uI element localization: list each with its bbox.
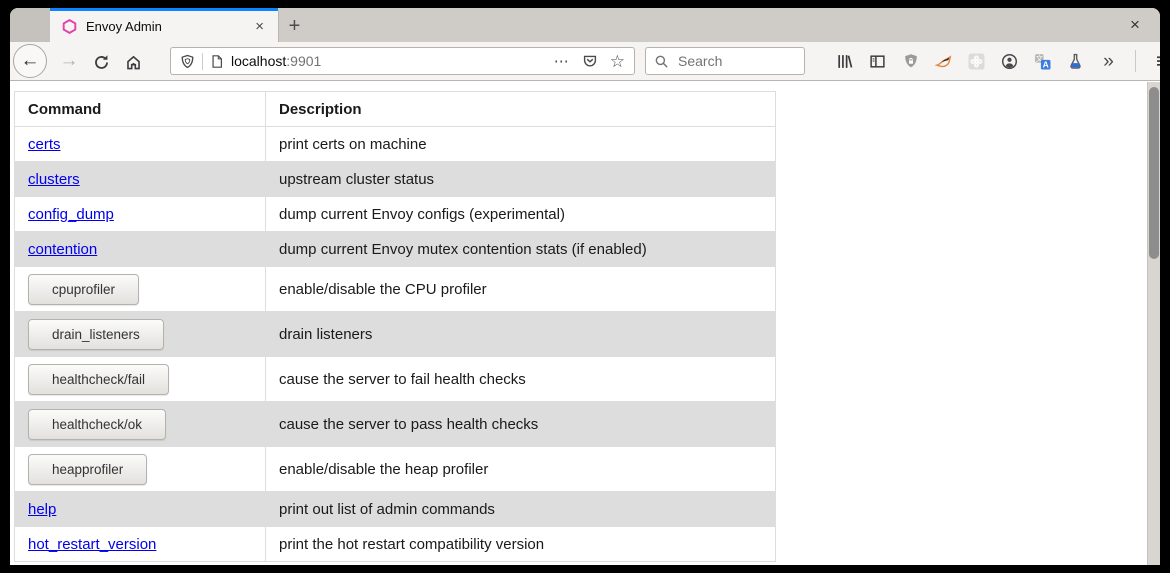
envoy-favicon-icon xyxy=(62,19,77,34)
description-cell: print out list of admin commands xyxy=(266,492,776,527)
page-actions-icon[interactable]: ⋯ xyxy=(554,52,570,70)
url-port: :9901 xyxy=(286,53,321,69)
toolbar-separator xyxy=(1135,50,1136,72)
reload-icon[interactable] xyxy=(92,53,110,71)
url-bar[interactable]: localhost:9901 ⋯ ☆ xyxy=(170,47,635,75)
tab-close-icon[interactable]: × xyxy=(251,18,268,35)
table-row-healthcheck-ok: healthcheck/ok cause the server to pass … xyxy=(15,402,776,447)
translate-extension-icon[interactable]: 文A xyxy=(1034,53,1051,70)
command-link-contention[interactable]: contention xyxy=(28,241,97,258)
lab-flask-extension-icon[interactable] xyxy=(1067,53,1084,70)
library-icon[interactable] xyxy=(836,53,853,70)
table-row-contention: contention dump current Envoy mutex cont… xyxy=(15,232,776,267)
admin-command-table: Command Description certs print certs on… xyxy=(14,91,776,562)
fox-extension-icon[interactable] xyxy=(935,53,952,70)
command-link-config-dump[interactable]: config_dump xyxy=(28,206,114,223)
new-tab-button[interactable]: + xyxy=(278,11,310,42)
toolbar-right-icons: 文A » xyxy=(836,42,1160,80)
bookmark-star-icon[interactable]: ☆ xyxy=(610,53,625,70)
tab-title: Envoy Admin xyxy=(86,19,251,34)
shield-lock-extension-icon[interactable] xyxy=(902,53,919,70)
column-header-description: Description xyxy=(266,92,776,127)
tracking-protection-shield-icon[interactable] xyxy=(180,54,195,69)
page-info-icon[interactable] xyxy=(210,54,224,69)
url-host: localhost xyxy=(231,53,286,69)
window-close-button[interactable]: × xyxy=(1122,12,1148,38)
description-cell: enable/disable the CPU profiler xyxy=(266,267,776,312)
description-cell: dump current Envoy configs (experimental… xyxy=(266,197,776,232)
table-row-healthcheck-fail: healthcheck/fail cause the server to fai… xyxy=(15,357,776,402)
search-input[interactable] xyxy=(676,52,796,70)
description-cell: dump current Envoy mutex contention stat… xyxy=(266,232,776,267)
table-row-clusters: clusters upstream cluster status xyxy=(15,162,776,197)
table-row-drain-listeners: drain_listeners drain listeners xyxy=(15,312,776,357)
command-button-cpuprofiler[interactable]: cpuprofiler xyxy=(28,274,139,305)
sidebar-toggle-icon[interactable] xyxy=(869,53,886,70)
page-content: Command Description certs print certs on… xyxy=(10,82,1160,565)
description-cell: print certs on machine xyxy=(266,127,776,162)
tabbar-corner xyxy=(10,8,50,42)
screenshot-root: Envoy Admin × + × ← → xyxy=(0,0,1170,573)
search-icon xyxy=(654,54,669,69)
overflow-chevron-icon[interactable]: » xyxy=(1100,53,1117,70)
command-button-healthcheck-ok[interactable]: healthcheck/ok xyxy=(28,409,166,440)
urlbar-separator xyxy=(202,53,203,70)
description-cell: enable/disable the heap profiler xyxy=(266,447,776,492)
search-bar[interactable] xyxy=(645,47,805,75)
browser-window: Envoy Admin × + × ← → xyxy=(10,8,1160,565)
scrollbar-track[interactable] xyxy=(1147,82,1160,565)
scrollbar-thumb[interactable] xyxy=(1149,87,1159,259)
tab-bar: Envoy Admin × + × xyxy=(10,8,1160,42)
command-button-healthcheck-fail[interactable]: healthcheck/fail xyxy=(28,364,169,395)
description-cell: cause the server to pass health checks xyxy=(266,402,776,447)
description-cell: drain listeners xyxy=(266,312,776,357)
pocket-icon[interactable] xyxy=(582,53,598,69)
svg-text:A: A xyxy=(1043,59,1049,69)
table-header-row: Command Description xyxy=(15,92,776,127)
table-row-certs: certs print certs on machine xyxy=(15,127,776,162)
table-row-help: help print out list of admin commands xyxy=(15,492,776,527)
column-header-command: Command xyxy=(15,92,266,127)
url-actions: ⋯ ☆ xyxy=(554,52,625,70)
description-cell: print the hot restart compatibility vers… xyxy=(266,527,776,562)
command-button-heapprofiler[interactable]: heapprofiler xyxy=(28,454,147,485)
flower-extension-icon[interactable] xyxy=(968,53,985,70)
back-button[interactable]: ← xyxy=(13,44,47,78)
command-link-certs[interactable]: certs xyxy=(28,136,61,153)
description-cell: upstream cluster status xyxy=(266,162,776,197)
url-text[interactable]: localhost:9901 xyxy=(231,53,321,69)
table-row-hot-restart-version: hot_restart_version print the hot restar… xyxy=(15,527,776,562)
table-row-config-dump: config_dump dump current Envoy configs (… xyxy=(15,197,776,232)
forward-button[interactable]: → xyxy=(58,49,80,73)
menu-icon[interactable] xyxy=(1154,53,1160,70)
table-row-heapprofiler: heapprofiler enable/disable the heap pro… xyxy=(15,447,776,492)
command-link-help[interactable]: help xyxy=(28,501,56,518)
command-link-clusters[interactable]: clusters xyxy=(28,171,80,188)
account-icon[interactable] xyxy=(1001,53,1018,70)
command-link-hot-restart-version[interactable]: hot_restart_version xyxy=(28,536,156,553)
home-icon[interactable] xyxy=(124,53,142,71)
navigation-toolbar: ← → localhost:9901 ⋯ xyxy=(10,42,1160,81)
browser-tab-envoy-admin[interactable]: Envoy Admin × xyxy=(50,8,278,42)
description-cell: cause the server to fail health checks xyxy=(266,357,776,402)
table-row-cpuprofiler: cpuprofiler enable/disable the CPU profi… xyxy=(15,267,776,312)
command-button-drain-listeners[interactable]: drain_listeners xyxy=(28,319,164,350)
